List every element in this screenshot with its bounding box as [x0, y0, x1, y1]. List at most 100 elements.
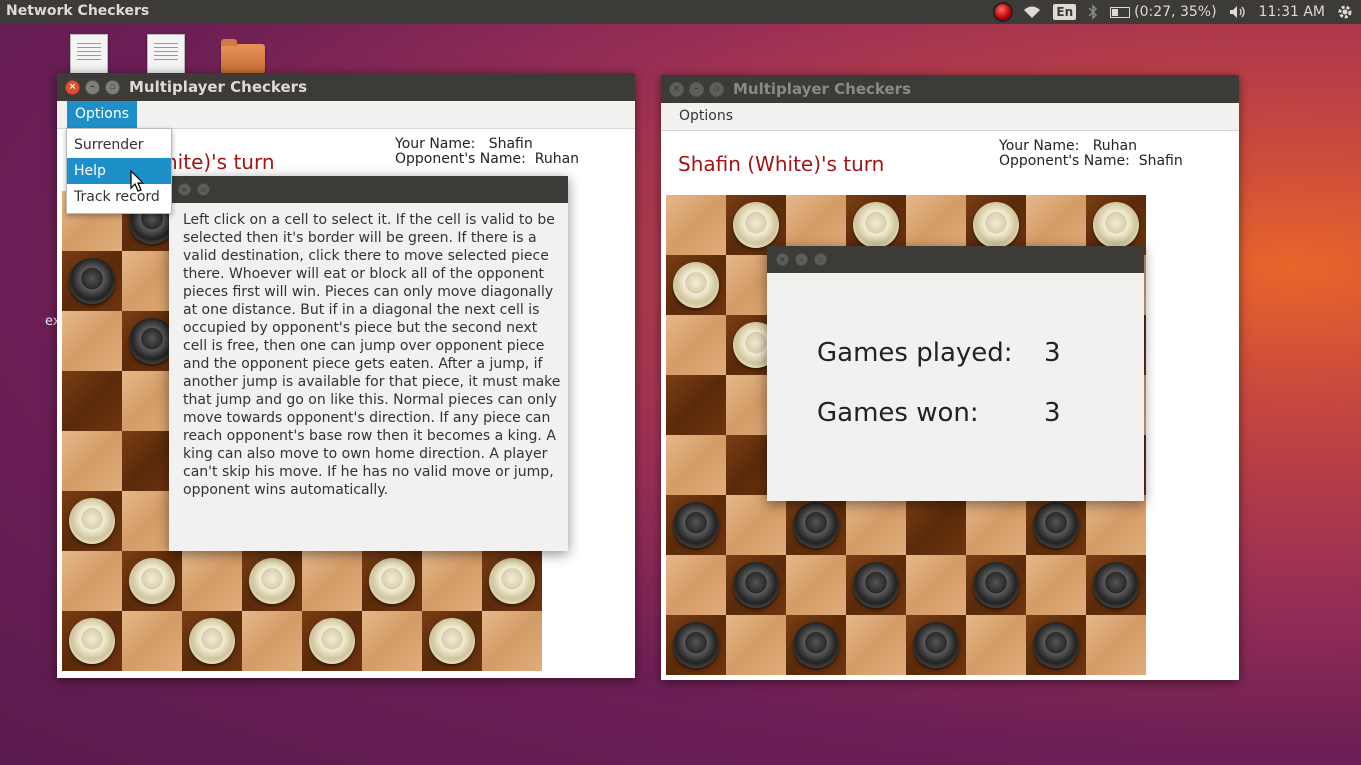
- dialog-close-icon[interactable]: ×: [776, 253, 789, 266]
- board-cell[interactable]: [726, 615, 786, 675]
- record-indicator-icon[interactable]: [995, 4, 1012, 20]
- white-piece[interactable]: [309, 618, 355, 664]
- board-cell[interactable]: [786, 615, 846, 675]
- board-cell[interactable]: [906, 615, 966, 675]
- board-cell[interactable]: [666, 255, 726, 315]
- board-cell[interactable]: [1026, 555, 1086, 615]
- board-cell[interactable]: [906, 495, 966, 555]
- board-cell[interactable]: [362, 611, 422, 671]
- desktop-folder-icon[interactable]: [221, 39, 265, 74]
- board-cell[interactable]: [122, 611, 182, 671]
- dialog-close-icon[interactable]: ×: [178, 183, 191, 196]
- black-piece[interactable]: [973, 562, 1019, 608]
- white-piece[interactable]: [69, 498, 115, 544]
- dialog-minimize-icon[interactable]: –: [795, 253, 808, 266]
- board-cell[interactable]: [726, 555, 786, 615]
- board-cell[interactable]: [422, 551, 482, 611]
- white-piece[interactable]: [369, 558, 415, 604]
- white-piece[interactable]: [129, 558, 175, 604]
- board-cell[interactable]: [966, 495, 1026, 555]
- board-cell[interactable]: [62, 431, 122, 491]
- board-cell[interactable]: [666, 615, 726, 675]
- keyboard-layout-indicator[interactable]: En: [1053, 4, 1077, 20]
- desktop-document-icon[interactable]: [70, 34, 108, 76]
- board-cell[interactable]: [726, 495, 786, 555]
- board-cell[interactable]: [182, 611, 242, 671]
- board-cell[interactable]: [62, 611, 122, 671]
- board-cell[interactable]: [422, 611, 482, 671]
- board-cell[interactable]: [122, 551, 182, 611]
- black-piece[interactable]: [1033, 502, 1079, 548]
- window-minimize-icon[interactable]: –: [689, 82, 704, 97]
- board-cell[interactable]: [846, 615, 906, 675]
- board-cell[interactable]: [666, 375, 726, 435]
- white-piece[interactable]: [673, 262, 719, 308]
- battery-indicator[interactable]: (0:27, 35%): [1110, 4, 1217, 20]
- board-cell[interactable]: [1026, 495, 1086, 555]
- board-cell[interactable]: [666, 555, 726, 615]
- window-titlebar[interactable]: × – ▫ Multiplayer Checkers: [57, 73, 635, 101]
- black-piece[interactable]: [69, 258, 115, 304]
- window-minimize-icon[interactable]: –: [85, 80, 100, 95]
- clock[interactable]: 11:31 AM: [1259, 4, 1325, 20]
- black-piece[interactable]: [1093, 562, 1139, 608]
- board-cell[interactable]: [1086, 555, 1146, 615]
- board-cell[interactable]: [182, 551, 242, 611]
- window-titlebar[interactable]: × – ▫ Multiplayer Checkers: [661, 75, 1239, 103]
- board-cell[interactable]: [666, 195, 726, 255]
- window-close-icon[interactable]: ×: [669, 82, 684, 97]
- board-cell[interactable]: [62, 371, 122, 431]
- board-cell[interactable]: [966, 615, 1026, 675]
- menu-item-surrender[interactable]: Surrender: [67, 132, 171, 158]
- board-cell[interactable]: [666, 435, 726, 495]
- window-maximize-icon[interactable]: ▫: [709, 82, 724, 97]
- black-piece[interactable]: [1033, 622, 1079, 668]
- black-piece[interactable]: [673, 502, 719, 548]
- black-piece[interactable]: [853, 562, 899, 608]
- board-cell[interactable]: [62, 251, 122, 311]
- black-piece[interactable]: [793, 502, 839, 548]
- volume-icon[interactable]: [1229, 5, 1247, 19]
- board-cell[interactable]: [302, 611, 362, 671]
- dialog-maximize-icon[interactable]: ▫: [814, 253, 827, 266]
- wifi-icon[interactable]: [1023, 5, 1041, 19]
- black-piece[interactable]: [733, 562, 779, 608]
- board-cell[interactable]: [62, 491, 122, 551]
- white-piece[interactable]: [853, 202, 899, 248]
- menu-item-help[interactable]: Help: [67, 158, 171, 184]
- window-close-icon[interactable]: ×: [65, 80, 80, 95]
- white-piece[interactable]: [69, 618, 115, 664]
- menu-options[interactable]: Options: [67, 101, 138, 128]
- white-piece[interactable]: [429, 618, 475, 664]
- board-cell[interactable]: [62, 311, 122, 371]
- white-piece[interactable]: [489, 558, 535, 604]
- board-cell[interactable]: [906, 555, 966, 615]
- dialog-titlebar[interactable]: × ▫: [169, 176, 568, 203]
- board-cell[interactable]: [846, 555, 906, 615]
- menu-options[interactable]: Options: [671, 103, 741, 130]
- black-piece[interactable]: [793, 622, 839, 668]
- board-cell[interactable]: [482, 611, 542, 671]
- white-piece[interactable]: [189, 618, 235, 664]
- black-piece[interactable]: [673, 622, 719, 668]
- settings-gear-icon[interactable]: [1337, 4, 1353, 20]
- window-maximize-icon[interactable]: ▫: [105, 80, 120, 95]
- dialog-maximize-icon[interactable]: ▫: [197, 183, 210, 196]
- black-piece[interactable]: [913, 622, 959, 668]
- dialog-titlebar[interactable]: × – ▫: [767, 246, 1144, 273]
- menu-item-track-record[interactable]: Track record: [67, 184, 171, 210]
- board-cell[interactable]: [242, 611, 302, 671]
- board-cell[interactable]: [1086, 495, 1146, 555]
- board-cell[interactable]: [362, 551, 422, 611]
- board-cell[interactable]: [786, 495, 846, 555]
- bluetooth-icon[interactable]: [1088, 4, 1098, 20]
- board-cell[interactable]: [482, 551, 542, 611]
- board-cell[interactable]: [666, 495, 726, 555]
- white-piece[interactable]: [249, 558, 295, 604]
- board-cell[interactable]: [1086, 615, 1146, 675]
- board-cell[interactable]: [1026, 615, 1086, 675]
- board-cell[interactable]: [966, 555, 1026, 615]
- board-cell[interactable]: [846, 495, 906, 555]
- board-cell[interactable]: [302, 551, 362, 611]
- board-cell[interactable]: [242, 551, 302, 611]
